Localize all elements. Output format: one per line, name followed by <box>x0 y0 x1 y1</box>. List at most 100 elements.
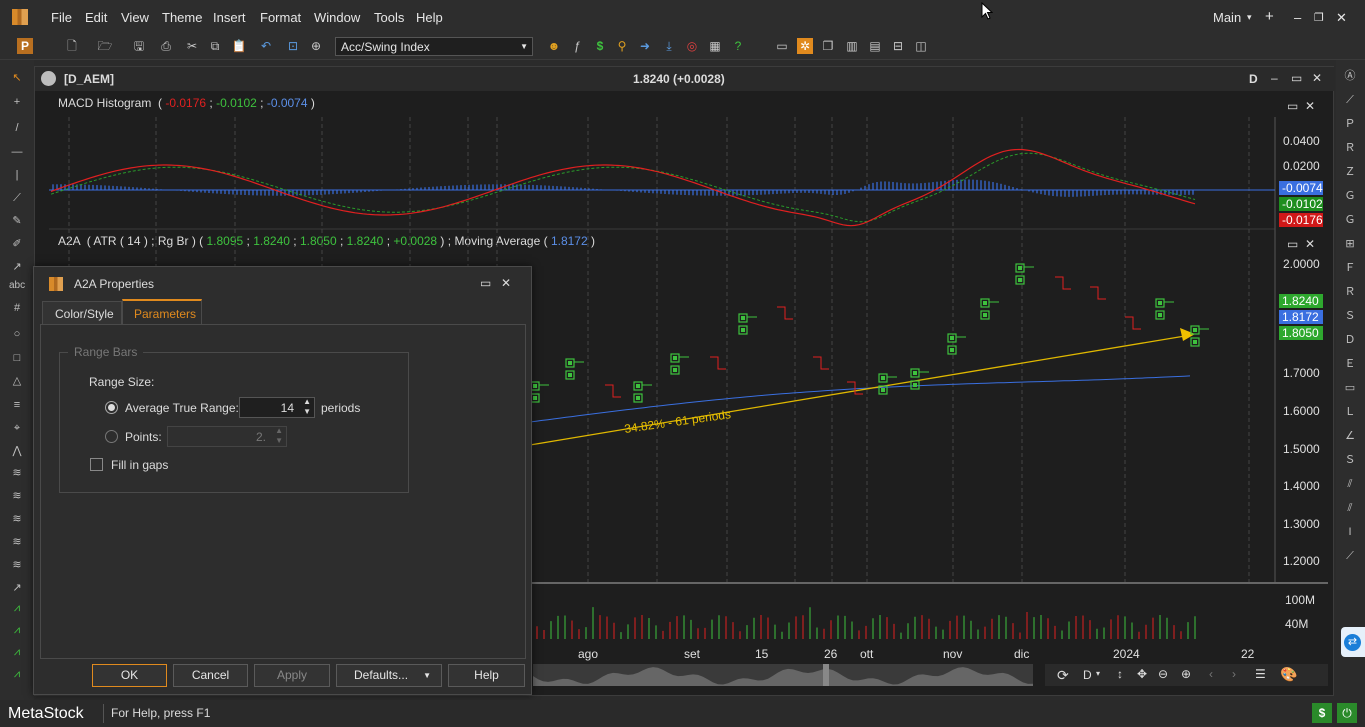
zoom-out-icon[interactable]: ⊖ <box>1158 667 1168 681</box>
elliott-123-icon[interactable]: ≋ <box>9 465 25 481</box>
pen-icon[interactable]: ✐ <box>9 236 25 252</box>
ray-icon[interactable]: ⟋ <box>9 190 25 206</box>
cancel-button[interactable]: Cancel <box>173 664 248 687</box>
cascade-icon[interactable]: ❐ <box>820 38 836 54</box>
workspace-dropdown-icon[interactable]: ▾ <box>1247 12 1252 23</box>
tool-last-icon[interactable]: ⟋ <box>1342 548 1358 564</box>
scroll-left-icon[interactable]: ‹ <box>1209 667 1213 681</box>
cut-icon[interactable]: ✂ <box>184 38 200 54</box>
fib-z-icon[interactable]: Ｚ <box>1342 164 1358 180</box>
wave-icon[interactable]: ⋀ <box>9 443 25 459</box>
table-icon[interactable]: ▦ <box>707 38 723 54</box>
tile-vertical-icon[interactable]: ▥ <box>844 38 860 54</box>
elliott-wxyz-icon[interactable]: ≋ <box>9 557 25 573</box>
profile-icon[interactable]: P <box>17 38 33 54</box>
tool-ici-icon[interactable]: I <box>1342 524 1358 540</box>
tool-e-icon[interactable]: Ｅ <box>1342 356 1358 372</box>
undo-icon[interactable]: ↶ <box>258 38 274 54</box>
tool-s2-icon[interactable]: Ｓ <box>1342 452 1358 468</box>
formula-icon[interactable]: ƒ <box>569 38 585 54</box>
arrow-up-right-icon[interactable]: ↗ <box>9 580 25 596</box>
workspace-label[interactable]: Main <box>1213 10 1241 25</box>
channel-icon[interactable]: ≡ <box>9 397 25 413</box>
tool-l-icon[interactable]: Ｌ <box>1342 404 1358 420</box>
tool-f-icon[interactable]: Ｆ <box>1342 260 1358 276</box>
elliott-abcde-icon[interactable]: ≋ <box>9 511 25 527</box>
zoom-in-icon[interactable]: ⊕ <box>1181 667 1191 681</box>
triangle-icon[interactable]: △ <box>9 373 25 389</box>
rectangle-icon[interactable]: □ <box>9 350 25 366</box>
navigator-handle[interactable] <box>823 664 829 686</box>
tile-horizontal-icon[interactable]: ▤ <box>867 38 883 54</box>
minimize-icon[interactable]: – <box>1294 10 1301 25</box>
teamviewer-icon[interactable]: ⇄ <box>1341 627 1365 657</box>
menu-edit[interactable]: Edit <box>85 10 107 25</box>
power-icon[interactable]: ⏻ <box>1337 703 1357 723</box>
parallel-icon[interactable]: ⫽ <box>1342 476 1358 492</box>
nav-period-dropdown-icon[interactable]: ▾ <box>1096 669 1100 678</box>
window-icon[interactable]: ▭ <box>774 38 790 54</box>
fib-fan-icon[interactable]: ⟋ <box>1342 92 1358 108</box>
zigzag-2-icon[interactable]: ⩘ <box>9 622 25 638</box>
menu-help[interactable]: Help <box>416 10 443 25</box>
points-spin-up-icon[interactable]: ▲ <box>275 426 283 435</box>
pin-icon[interactable]: ⌖ <box>9 420 25 436</box>
tool-s-icon[interactable]: Ｓ <box>1342 308 1358 324</box>
menu-file[interactable]: File <box>51 10 72 25</box>
defaults-button[interactable]: Defaults... ▼ <box>336 664 442 687</box>
active-layout-icon[interactable]: ✲ <box>797 38 813 54</box>
grid-tool-icon[interactable]: # <box>9 300 25 316</box>
fib-p-icon[interactable]: Ｐ <box>1342 116 1358 132</box>
text-tool-icon[interactable]: abc <box>9 278 25 294</box>
dialog-maximize-icon[interactable]: ▭ <box>480 276 491 290</box>
atr-spin-up-icon[interactable]: ▲ <box>303 397 311 406</box>
zigzag-icon[interactable]: ⩘ <box>9 600 25 616</box>
zoom-icon[interactable]: ⊡ <box>285 38 301 54</box>
scroll-right-icon[interactable]: › <box>1232 667 1236 681</box>
gann-grid-icon[interactable]: ⊞ <box>1342 236 1358 252</box>
move-icon[interactable]: ✥ <box>1137 667 1147 681</box>
pencil-icon[interactable]: ✎ <box>9 213 25 229</box>
fib-r-icon[interactable]: Ｒ <box>1342 140 1358 156</box>
binoculars-icon[interactable]: ⚲ <box>614 38 630 54</box>
help-button[interactable]: Help <box>448 664 525 687</box>
parallel-2-icon[interactable]: ⫽ <box>1342 500 1358 516</box>
vertical-line-icon[interactable]: | <box>9 167 25 183</box>
add-workspace-icon[interactable]: + <box>1265 8 1274 25</box>
save-icon[interactable]: 🖫 <box>131 38 147 54</box>
apply-button[interactable]: Apply <box>254 664 330 687</box>
indicator-select[interactable]: Acc/Swing Index ▼ <box>335 37 533 56</box>
menu-theme[interactable]: Theme <box>162 10 202 25</box>
gann-g-icon[interactable]: Ｇ <box>1342 188 1358 204</box>
points-input[interactable]: 2. ▲ ▼ <box>167 426 287 447</box>
list-icon[interactable]: ☰ <box>1255 667 1266 681</box>
menu-tools[interactable]: Tools <box>374 10 404 25</box>
atr-input[interactable]: 14 ▲ ▼ <box>239 397 315 418</box>
tool-d-icon[interactable]: Ｄ <box>1342 332 1358 348</box>
points-spin-down-icon[interactable]: ▼ <box>275 436 283 445</box>
vertical-resize-icon[interactable]: ↕ <box>1117 667 1123 681</box>
zigzag-4-icon[interactable]: ⩘ <box>9 666 25 682</box>
menu-insert[interactable]: Insert <box>213 10 246 25</box>
atr-spin-down-icon[interactable]: ▼ <box>303 407 311 416</box>
help-circle-icon[interactable]: ? <box>730 38 746 54</box>
ok-button[interactable]: OK <box>92 664 167 687</box>
restore-icon[interactable]: ❐ <box>1314 11 1324 24</box>
tool-rect-icon[interactable]: ▭ <box>1342 380 1358 396</box>
circle-icon[interactable]: ○ <box>9 326 25 342</box>
elliott-wxy-icon[interactable]: ≋ <box>9 534 25 550</box>
points-radio[interactable] <box>105 430 118 443</box>
split-vertical-icon[interactable]: ◫ <box>913 38 929 54</box>
gann-g2-icon[interactable]: Ｇ <box>1342 212 1358 228</box>
fill-gaps-checkbox[interactable] <box>90 458 103 471</box>
dollar-status-icon[interactable]: $ <box>1312 703 1332 723</box>
navigator-scrollbar[interactable] <box>533 664 1033 686</box>
horizontal-line-icon[interactable]: — <box>9 144 25 160</box>
menu-format[interactable]: Format <box>260 10 301 25</box>
tool-r2-icon[interactable]: Ｒ <box>1342 284 1358 300</box>
atr-radio[interactable] <box>105 401 118 414</box>
arrow-line-icon[interactable]: ↗ <box>9 259 25 275</box>
dollar-icon[interactable]: $ <box>592 38 608 54</box>
nav-period[interactable]: D <box>1083 668 1092 682</box>
menu-view[interactable]: View <box>121 10 149 25</box>
